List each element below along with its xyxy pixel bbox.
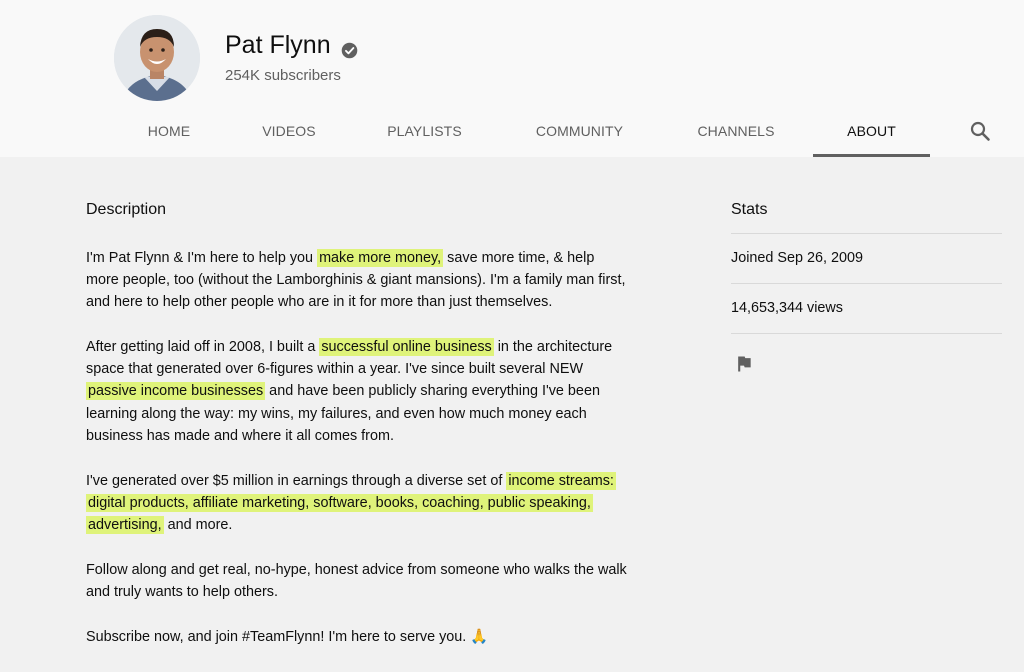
description-paragraph-4: Follow along and get real, no-hype, hone… bbox=[86, 562, 627, 601]
highlighted-text: successful online business bbox=[319, 338, 494, 356]
flag-icon[interactable] bbox=[734, 354, 754, 374]
tab-home[interactable]: HOME bbox=[131, 106, 207, 157]
channel-header: Pat Flynn 254K subscribers HOME VIDEOS P… bbox=[0, 0, 1024, 157]
divider bbox=[731, 233, 1002, 234]
divider bbox=[731, 283, 1002, 284]
highlighted-text: make more money, bbox=[317, 249, 444, 267]
subscriber-count: 254K subscribers bbox=[225, 67, 341, 84]
channel-tabs: HOME VIDEOS PLAYLISTS COMMUNITY CHANNELS… bbox=[0, 106, 1024, 157]
description-paragraph-2: After getting laid off in 2008, I built … bbox=[86, 336, 631, 447]
description-text: and more. bbox=[163, 517, 233, 534]
description-text: I've generated over $5 million in earnin… bbox=[86, 473, 507, 489]
search-icon[interactable] bbox=[968, 119, 992, 143]
joined-date: Joined Sep 26, 2009 bbox=[731, 250, 864, 266]
verified-check-icon bbox=[341, 37, 358, 59]
view-count: 14,653,344 views bbox=[731, 300, 844, 316]
channel-name: Pat Flynn bbox=[225, 31, 358, 60]
tab-about[interactable]: ABOUT bbox=[813, 106, 930, 157]
description-paragraph-3: I've generated over $5 million in earnin… bbox=[86, 470, 631, 537]
description-paragraph-1: I'm Pat Flynn & I'm here to help you mak… bbox=[86, 247, 631, 314]
channel-name-text: Pat Flynn bbox=[225, 31, 331, 59]
tab-channels[interactable]: CHANNELS bbox=[684, 106, 788, 157]
tab-community[interactable]: COMMUNITY bbox=[522, 106, 637, 157]
description-text: After getting laid off in 2008, I built … bbox=[86, 339, 320, 355]
channel-avatar[interactable] bbox=[114, 15, 200, 101]
divider bbox=[731, 333, 1002, 334]
description-heading: Description bbox=[86, 201, 167, 218]
tab-videos[interactable]: VIDEOS bbox=[247, 106, 331, 157]
description-text: I'm Pat Flynn & I'm here to help you bbox=[86, 250, 318, 266]
highlighted-text: passive income businesses bbox=[86, 382, 266, 401]
stats-heading: Stats bbox=[731, 201, 768, 218]
description-paragraph-5: Subscribe now, and join #TeamFlynn! I'm … bbox=[86, 629, 489, 645]
tab-playlists[interactable]: PLAYLISTS bbox=[372, 106, 477, 157]
